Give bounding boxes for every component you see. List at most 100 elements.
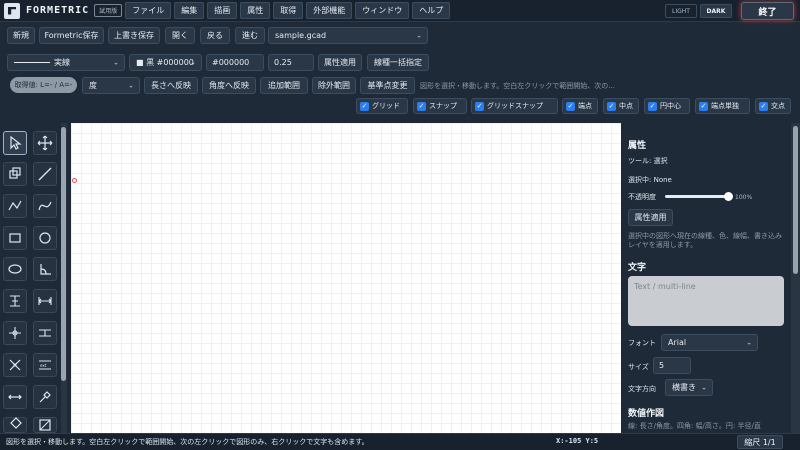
snap-midpoint-checkbox[interactable]: ✓ 中点 — [603, 98, 639, 114]
snap-intersection-checkbox[interactable]: ✓ 交点 — [755, 98, 791, 114]
checkmark-icon: ✓ — [417, 101, 426, 111]
font-select-value: Arial — [668, 338, 687, 347]
exit-button[interactable]: 終了 — [741, 2, 794, 20]
menu-window[interactable]: ウィンドウ — [355, 2, 410, 19]
new-button[interactable]: 新規 — [7, 27, 35, 44]
forward-button[interactable]: 進む — [235, 27, 265, 44]
angle-unit-select[interactable]: 度 ⌄ — [82, 77, 140, 94]
measure-tool-button[interactable] — [3, 385, 27, 409]
angle-unit-value: 度 — [89, 81, 97, 90]
ellipse-tool-button[interactable] — [3, 257, 27, 281]
paint-bucket-icon — [10, 417, 22, 429]
exclude-range-button[interactable]: 除外範囲 — [312, 77, 356, 94]
selection-label: 選択中: None — [628, 176, 672, 184]
batch-line-type-button[interactable]: 線種一括指定 — [367, 54, 429, 71]
extend-tool-button[interactable]: ext — [33, 353, 57, 377]
file-select-value: sample.gcad — [275, 31, 327, 40]
menu-external[interactable]: 外部機能 — [306, 2, 353, 19]
file-select[interactable]: sample.gcad ⌄ — [268, 27, 428, 44]
trial-badge: 試用版 — [94, 4, 123, 17]
cursor-arrow-icon — [10, 135, 22, 150]
text-input-area[interactable]: Text / multi-line — [628, 276, 784, 326]
fill-tool-button[interactable] — [33, 417, 57, 433]
font-select[interactable]: Arial ⌄ — [661, 334, 758, 351]
eyedropper-icon — [39, 391, 51, 403]
text-direction-select[interactable]: 横書き ⌄ — [665, 379, 713, 396]
cursor-coordinates: X:-105 Y:5 — [556, 437, 599, 445]
pick-tool-button[interactable] — [33, 385, 57, 409]
overwrite-save-button[interactable]: 上書き保存 — [108, 27, 160, 44]
save-formetric-button[interactable]: Formetric保存 — [39, 27, 104, 44]
change-base-point-button[interactable]: 基準点変更 — [360, 77, 415, 94]
tool-palette-scrollbar-thumb[interactable] — [61, 127, 66, 381]
checkmark-icon: ✓ — [759, 101, 768, 111]
add-range-button[interactable]: 追加範囲 — [260, 77, 308, 94]
select-tool-button[interactable] — [3, 131, 27, 155]
theme-light-button[interactable]: LIGHT — [665, 4, 697, 18]
snap-grid-snap-checkbox[interactable]: ✓ グリッドスナップ — [471, 98, 558, 114]
snap-grid-checkbox[interactable]: ✓ グリッド — [356, 98, 408, 114]
opacity-slider-thumb[interactable] — [724, 192, 733, 201]
checkmark-icon: ✓ — [475, 101, 484, 111]
copy-tool-button[interactable] — [3, 162, 27, 186]
menu-file[interactable]: ファイル — [125, 2, 172, 19]
scale-button[interactable]: 縮尺 1/1 — [737, 435, 783, 449]
snap-circle-center-checkbox[interactable]: ✓ 円中心 — [644, 98, 690, 114]
curve-tool-button[interactable] — [33, 194, 57, 218]
numeric-drawing-heading: 数値作図 — [628, 409, 665, 419]
rectangle-tool-button[interactable] — [3, 226, 27, 250]
crosshair-tool-button[interactable] — [3, 321, 27, 345]
chevron-down-icon: ⌄ — [746, 338, 752, 347]
font-label: フォント — [628, 339, 656, 347]
properties-note: 選択中の図形へ現在の線種、色、線幅、書き込みレイヤを適用します。 — [628, 232, 782, 249]
direction-label: 文字方向 — [628, 385, 656, 393]
properties-heading: 属性 — [628, 141, 647, 151]
open-button[interactable]: 開く — [165, 27, 195, 44]
dimension-tool-button[interactable] — [3, 289, 27, 313]
menu-acquire[interactable]: 取得 — [273, 2, 304, 19]
line-style-select[interactable]: 実線 ⌄ — [7, 54, 125, 71]
trim-tool-button[interactable] — [3, 353, 27, 377]
paint-tool-button[interactable] — [3, 417, 27, 433]
checkmark-icon: ✓ — [360, 101, 369, 111]
move-tool-button[interactable] — [33, 131, 57, 155]
polyline-tool-button[interactable] — [3, 194, 27, 218]
drawing-canvas[interactable] — [71, 123, 621, 433]
properties-apply-button[interactable]: 属性適用 — [628, 209, 673, 226]
menu-draw[interactable]: 描画 — [207, 2, 238, 19]
circle-tool-button[interactable] — [33, 226, 57, 250]
current-tool-label: ツール: 選択 — [628, 157, 668, 165]
back-button[interactable]: 戻る — [200, 27, 230, 44]
reflect-angle-button[interactable]: 角度へ反映 — [202, 77, 256, 94]
menu-edit[interactable]: 編集 — [174, 2, 205, 19]
measure-arrows-icon — [8, 394, 22, 400]
checkmark-icon: ✓ — [699, 101, 708, 111]
extend-icon: ext — [39, 360, 51, 370]
menu-help[interactable]: ヘルプ — [412, 2, 451, 19]
menu-attribute[interactable]: 属性 — [240, 2, 271, 19]
checkmark-icon: ✓ — [648, 101, 657, 111]
properties-scrollbar-thumb[interactable] — [793, 126, 798, 274]
numeric-drawing-note: 線: 長さ/角度。四角: 幅/高さ。円: 半径/直 — [628, 422, 761, 430]
chevron-down-icon: ⌄ — [128, 81, 134, 90]
horizontal-dimension-tool-button[interactable] — [33, 289, 57, 313]
app-logo-icon — [4, 2, 20, 19]
angle-icon — [40, 264, 51, 275]
theme-dark-button[interactable]: DARK — [700, 4, 732, 18]
angle-tool-button[interactable] — [33, 257, 57, 281]
line-icon — [38, 167, 52, 181]
font-size-input[interactable]: 5 — [653, 357, 691, 374]
color-select[interactable]: ■ 黒 #000000 ⌄ — [129, 54, 202, 71]
reflect-length-button[interactable]: 長さへ反映 — [144, 77, 198, 94]
line-tool-button[interactable] — [33, 162, 57, 186]
apply-attribute-button[interactable]: 属性適用 — [318, 54, 362, 71]
snap-endpoint-checkbox[interactable]: ✓ 端点 — [562, 98, 598, 114]
snap-endpoint-single-checkbox[interactable]: ✓ 端点単独 — [695, 98, 750, 114]
snap-snap-checkbox[interactable]: ✓ スナップ — [413, 98, 467, 114]
move-arrows-icon — [37, 135, 53, 151]
picked-value-badge: 取得値: L=- / A=- — [10, 77, 77, 93]
color-hex-input[interactable]: #000000 — [206, 54, 264, 71]
offset-tool-button[interactable] — [33, 321, 57, 345]
line-width-input[interactable]: 0.25 — [268, 54, 314, 71]
opacity-slider[interactable] — [665, 195, 729, 198]
